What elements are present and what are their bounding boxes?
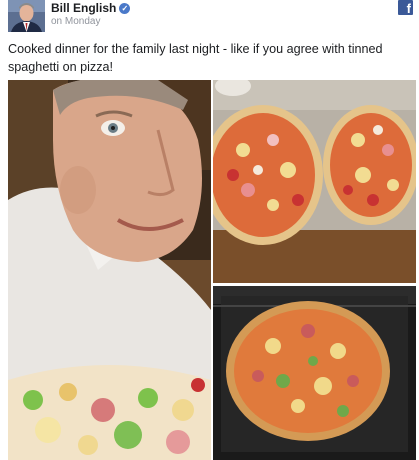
photo-two-uncooked-pizzas[interactable] (213, 80, 416, 283)
post-timestamp[interactable]: on Monday (51, 16, 100, 27)
photo-selfie-with-pizza[interactable] (8, 80, 211, 460)
author-name[interactable]: Bill English ✓ (51, 1, 131, 15)
author-avatar[interactable] (8, 0, 45, 32)
verified-check-icon: ✓ (119, 3, 131, 14)
photo-grid (8, 80, 416, 460)
author-name-text[interactable]: Bill English (51, 1, 116, 15)
photo-pizza-in-oven[interactable] (213, 286, 416, 460)
post-message: Cooked dinner for the family last night … (8, 42, 383, 74)
post-header: Bill English ✓ on Monday f (8, 0, 413, 34)
facebook-post: Bill English ✓ on Monday f Cooked dinner … (0, 0, 419, 460)
facebook-icon[interactable]: f (398, 0, 413, 16)
